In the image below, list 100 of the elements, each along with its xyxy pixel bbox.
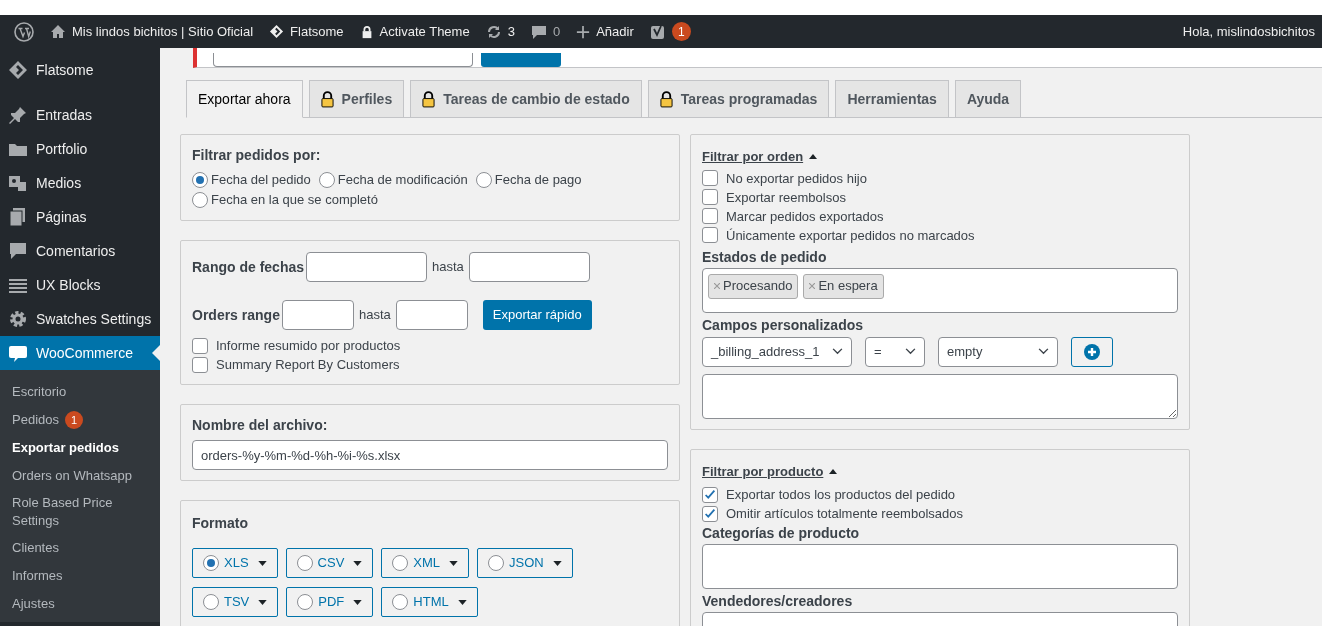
submenu-item[interactable]: Orders on Whatsapp	[0, 462, 160, 490]
tab[interactable]: Herramientas	[835, 80, 949, 118]
radio-button[interactable]	[192, 172, 208, 188]
sidebar-item[interactable]: WooCommerce	[0, 336, 160, 370]
text-field[interactable]	[213, 53, 473, 67]
dropdown[interactable]: empty	[938, 336, 1058, 367]
sidebar-item[interactable]: Medios	[0, 166, 160, 200]
submenu-item[interactable]: Informes	[0, 562, 160, 590]
checkbox[interactable]	[702, 227, 718, 243]
checkbox[interactable]	[702, 505, 718, 522]
toolbar-link[interactable]: 3	[507, 21, 515, 42]
text-area[interactable]	[702, 373, 1178, 419]
submenu-item[interactable]: Exportar pedidos	[0, 434, 160, 462]
field-label: hasta	[358, 306, 391, 325]
quick-export-button[interactable]: Exportar rápido	[482, 300, 592, 330]
radio-button[interactable]	[203, 555, 219, 571]
radio-button[interactable]	[392, 555, 409, 571]
format-option[interactable]: XML	[381, 548, 470, 578]
dropdown[interactable]: =	[865, 336, 925, 367]
field-label: Vendedores/creadores	[702, 592, 854, 611]
format-option[interactable]: XLS	[192, 548, 278, 578]
checkbox[interactable]	[702, 486, 718, 503]
diamond-logo-icon	[269, 24, 285, 39]
caret-up-icon	[829, 468, 838, 474]
plus-circle-icon	[1084, 343, 1100, 360]
tag-field[interactable]	[702, 544, 1178, 589]
checkbox-label: Exportar todos los productos del pedido	[726, 486, 956, 504]
radio-label: Fecha del pedido	[211, 171, 311, 189]
sidebar-item[interactable]: Portfolio	[0, 132, 160, 166]
tag-field[interactable]: Procesando En espera	[702, 267, 1178, 313]
checkbox-label: Únicamente exportar pedidos no marcados	[726, 226, 975, 245]
text-field[interactable]	[395, 300, 468, 330]
section-heading: Filtrar pedidos por:	[192, 146, 322, 165]
toolbar-link[interactable]: Añadir	[596, 21, 634, 42]
refresh-icon	[485, 23, 502, 40]
caret-down-icon	[353, 599, 363, 605]
chevron-down-icon	[905, 348, 916, 355]
sidebar-item[interactable]: Páginas	[0, 200, 160, 234]
caret-down-icon	[257, 560, 267, 566]
radio-button[interactable]	[488, 555, 505, 571]
submenu-item[interactable]: Clientes	[0, 534, 160, 562]
text-field[interactable]	[306, 252, 428, 282]
submenu-item[interactable]: Ajustes	[0, 590, 160, 618]
tab[interactable]: Perfiles	[308, 80, 405, 118]
text-field[interactable]	[281, 300, 354, 330]
submenu-item[interactable]: Pedidos 1	[0, 406, 160, 434]
radio-label: Fecha de pago	[494, 171, 582, 189]
toolbar-link[interactable]: Flatsome	[290, 21, 344, 42]
sidebar-item[interactable]: Swatches Settings	[0, 302, 160, 336]
radio-button[interactable]	[297, 594, 314, 610]
close-icon	[714, 283, 720, 289]
field-label: Nombre del archivo:	[192, 416, 329, 435]
toggle-link[interactable]: Filtrar por orden	[702, 147, 804, 167]
checkbox[interactable]	[702, 170, 718, 186]
section-heading: Formato	[192, 514, 249, 533]
checkbox[interactable]	[192, 356, 208, 373]
format-option[interactable]: CSV	[285, 548, 374, 578]
radio-button[interactable]	[318, 172, 335, 188]
submenu-item[interactable]: Role Based Price Settings	[0, 490, 160, 534]
toolbar-link[interactable]: Mis lindos bichitos | Sitio Oficial	[72, 21, 254, 42]
tab[interactable]: Tareas programadas	[647, 80, 830, 118]
checkbox-label: No exportar pedidos hijo	[726, 169, 867, 188]
radio-button[interactable]	[203, 594, 219, 610]
caret-down-icon	[457, 599, 467, 605]
format-option[interactable]: TSV	[192, 587, 279, 617]
media-icon	[8, 173, 28, 193]
tab[interactable]: Tareas de cambio de estado	[410, 80, 642, 118]
text-field[interactable]	[468, 252, 590, 282]
radio-button[interactable]	[392, 594, 409, 610]
caret-down-icon	[449, 560, 459, 566]
sidebar-item[interactable]: UX Blocks	[0, 268, 160, 302]
checkbox[interactable]	[702, 189, 718, 205]
format-option[interactable]: PDF	[286, 587, 374, 617]
toolbar-link[interactable]: Activate Theme	[379, 21, 470, 42]
pages-icon	[8, 207, 28, 227]
tab[interactable]: Ayuda	[954, 80, 1022, 118]
sidebar-item[interactable]: Entradas	[0, 98, 160, 132]
text-field[interactable]: orders-%y-%m-%d-%h-%i-%s.xlsx	[192, 440, 668, 470]
chevron-down-icon	[1038, 348, 1049, 355]
add-button[interactable]	[1071, 336, 1113, 367]
home-icon	[50, 23, 66, 40]
format-option[interactable]: HTML	[381, 587, 478, 617]
tab[interactable]: Exportar ahora	[186, 80, 303, 118]
sidebar-item[interactable]: Flatsome	[0, 53, 160, 87]
toggle-link[interactable]: Filtrar por producto	[702, 461, 824, 481]
checkbox[interactable]	[702, 208, 718, 224]
radio-button[interactable]	[296, 555, 313, 571]
dropdown[interactable]: _billing_address_1	[702, 336, 852, 367]
checkbox[interactable]	[192, 337, 208, 354]
radio-button[interactable]	[475, 172, 492, 188]
wordpress-logo-icon	[14, 21, 34, 42]
caret-up-icon	[809, 154, 818, 160]
field-label: Orders range	[192, 305, 280, 325]
sidebar-item[interactable]: Comentarios	[0, 234, 160, 268]
current-arrow-icon	[152, 345, 160, 361]
radio-button[interactable]	[192, 192, 208, 208]
submenu-item[interactable]: Escritorio	[0, 378, 160, 406]
format-option[interactable]: JSON	[477, 548, 573, 578]
account-link[interactable]: Hola, mislindosbichitos	[1180, 21, 1317, 42]
toolbar-link[interactable]: 0	[552, 21, 561, 42]
